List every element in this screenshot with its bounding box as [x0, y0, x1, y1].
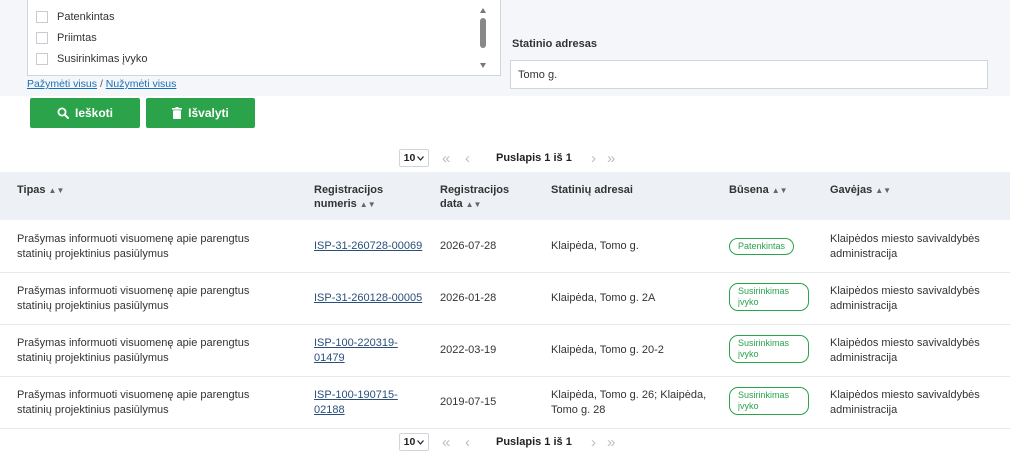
- cell-address: Klaipėda, Tomo g.: [551, 240, 639, 252]
- table-header: Tipas ▲▼ Registracijos numeris ▲▼ Registra…: [0, 172, 1010, 220]
- cell-recipient: Klaipėdos miesto savivaldybės administra…: [830, 337, 980, 364]
- prev-page-icon[interactable]: ‹: [465, 433, 470, 451]
- status-badge: Patenkintas: [729, 238, 795, 255]
- page-size-select[interactable]: 10: [399, 149, 429, 167]
- table-row: Prašymas informuoti visuomenę apie paren…: [0, 377, 1010, 429]
- registration-number-link[interactable]: ISP-31-260128-00005: [314, 292, 422, 304]
- clear-button-label: Išvalyti: [188, 106, 229, 120]
- checkbox[interactable]: [36, 53, 48, 65]
- page-indicator: Puslapis 1 iš 1: [496, 152, 572, 164]
- sort-icon[interactable]: ▲▼: [49, 186, 65, 195]
- address-label: Statinio adresas: [512, 38, 597, 50]
- status-option-susirinkimas-ivyko[interactable]: Susirinkimas įvyko: [36, 52, 147, 66]
- registration-number-link[interactable]: ISP-100-190715-02188: [314, 389, 398, 416]
- scroll-up-arrow-icon[interactable]: [480, 8, 486, 13]
- first-page-icon[interactable]: «: [442, 149, 450, 167]
- status-option-label: Susirinkimas įvyko: [57, 53, 148, 65]
- address-input[interactable]: [510, 60, 988, 89]
- cell-address: Klaipėda, Tomo g. 26; Klaipėda, Tomo g. …: [551, 389, 707, 416]
- status-option-label: Patenkintas: [57, 11, 115, 23]
- status-option-priimtas[interactable]: Priimtas: [36, 31, 97, 45]
- sort-icon[interactable]: ▲▼: [466, 200, 482, 209]
- column-header-registracijos-data[interactable]: Registracijos data ▲▼: [440, 183, 540, 212]
- checkbox[interactable]: [36, 11, 48, 23]
- column-header-busena[interactable]: Būsena ▲▼: [729, 183, 788, 198]
- filter-panel: Patenkintas Priimtas Susirinkimas įvyko …: [0, 0, 1010, 96]
- table-row: Prašymas informuoti visuomenę apie paren…: [0, 221, 1010, 273]
- cell-address: Klaipėda, Tomo g. 20-2: [551, 344, 664, 356]
- search-button-label: Ieškoti: [74, 106, 113, 120]
- table-row: Prašymas informuoti visuomenę apie paren…: [0, 273, 1010, 325]
- next-page-icon[interactable]: ›: [591, 149, 596, 167]
- sort-icon[interactable]: ▲▼: [772, 186, 788, 195]
- registration-number-link[interactable]: ISP-100-220319-01479: [314, 337, 398, 364]
- column-header-tipas[interactable]: Tipas ▲▼: [17, 183, 64, 198]
- next-page-icon[interactable]: ›: [591, 433, 596, 451]
- last-page-icon[interactable]: »: [607, 149, 615, 167]
- status-option-label: Priimtas: [57, 32, 97, 44]
- checkbox[interactable]: [36, 32, 48, 44]
- table-row: Prašymas informuoti visuomenę apie paren…: [0, 325, 1010, 377]
- cell-address: Klaipėda, Tomo g. 2A: [551, 292, 656, 304]
- page-size-value: 10: [403, 152, 416, 164]
- link-separator: /: [99, 78, 103, 90]
- cell-recipient: Klaipėdos miesto savivaldybės administra…: [830, 233, 980, 260]
- cell-date: 2022-03-19: [440, 344, 497, 356]
- column-header-label: Gavėjas: [830, 184, 873, 196]
- cell-date: 2019-07-15: [440, 396, 497, 408]
- status-filter-list[interactable]: Patenkintas Priimtas Susirinkimas įvyko: [27, 0, 501, 76]
- cell-type: Prašymas informuoti visuomenę apie paren…: [17, 233, 250, 260]
- pagination-bottom: 10 « ‹ Puslapis 1 iš 1 › »: [0, 433, 1024, 453]
- prev-page-icon[interactable]: ‹: [465, 149, 470, 167]
- clear-button[interactable]: Išvalyti: [146, 98, 255, 128]
- cell-date: 2026-01-28: [440, 292, 497, 304]
- registration-number-link[interactable]: ISP-31-260728-00069: [314, 240, 422, 252]
- last-page-icon[interactable]: »: [607, 433, 615, 451]
- status-badge: Susirinkimas įvyko: [729, 335, 809, 363]
- cell-recipient: Klaipėdos miesto savivaldybės administra…: [830, 285, 980, 312]
- pagination-top: 10 « ‹ Puslapis 1 iš 1 › »: [0, 149, 1024, 169]
- column-header-label: Tipas: [17, 184, 46, 196]
- trash-icon: [172, 107, 183, 119]
- column-header-label: Būsena: [729, 184, 769, 196]
- page-indicator: Puslapis 1 iš 1: [496, 436, 572, 448]
- scrollbar-thumb[interactable]: [480, 18, 486, 48]
- sort-icon[interactable]: ▲▼: [875, 186, 891, 195]
- deselect-all-link[interactable]: Nužymėti visus: [106, 78, 177, 90]
- search-button[interactable]: Ieškoti: [30, 98, 140, 128]
- status-badge: Susirinkimas įvyko: [729, 387, 809, 415]
- page-size-value: 10: [403, 436, 416, 448]
- select-links: Pažymėti visus / Nužymėti visus: [27, 78, 176, 90]
- chevron-down-icon: [417, 155, 425, 161]
- sort-icon[interactable]: ▲▼: [360, 200, 376, 209]
- select-all-link[interactable]: Pažymėti visus: [27, 78, 97, 90]
- chevron-down-icon: [417, 439, 425, 445]
- cell-date: 2026-07-28: [440, 240, 497, 252]
- column-header-statiniu-adresai: Statinių adresai: [551, 184, 633, 196]
- scroll-down-arrow-icon[interactable]: [480, 63, 486, 68]
- first-page-icon[interactable]: «: [442, 433, 450, 451]
- cell-type: Prašymas informuoti visuomenę apie paren…: [17, 337, 250, 364]
- page-size-select[interactable]: 10: [399, 433, 429, 451]
- column-header-gavejas[interactable]: Gavėjas ▲▼: [830, 183, 891, 198]
- column-header-registracijos-numeris[interactable]: Registracijos numeris ▲▼: [314, 183, 424, 212]
- status-option-patenkintas[interactable]: Patenkintas: [36, 10, 114, 24]
- cell-type: Prašymas informuoti visuomenę apie paren…: [17, 389, 250, 416]
- cell-type: Prašymas informuoti visuomenę apie paren…: [17, 285, 250, 312]
- search-icon: [57, 107, 69, 119]
- cell-recipient: Klaipėdos miesto savivaldybės administra…: [830, 389, 980, 416]
- status-badge: Susirinkimas įvyko: [729, 283, 809, 311]
